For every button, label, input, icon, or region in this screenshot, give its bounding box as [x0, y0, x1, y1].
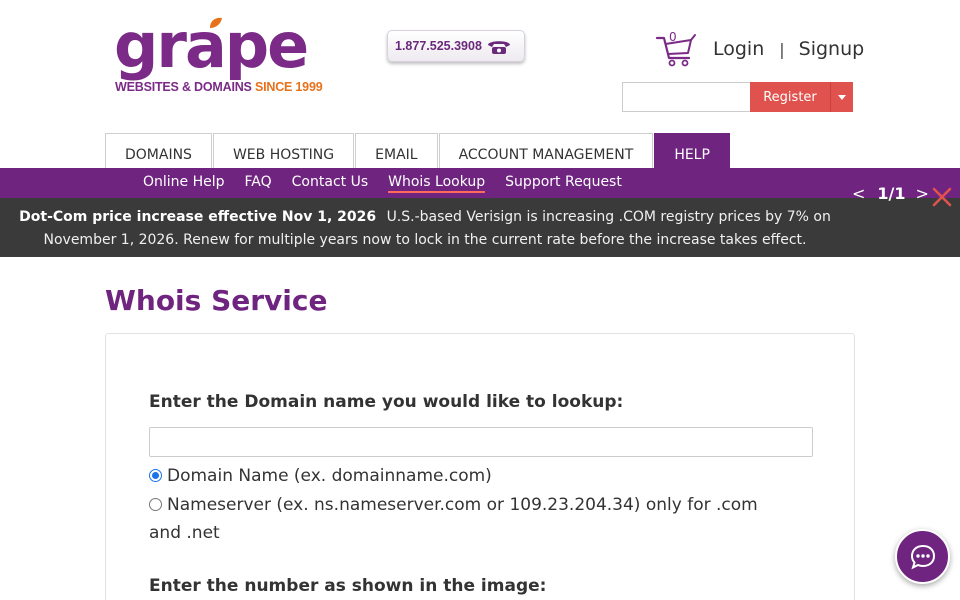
tab-account-management[interactable]: ACCOUNT MANAGEMENT — [438, 133, 654, 168]
caret-down-icon — [838, 94, 846, 100]
announcement-text: Dot-Com price increase effective Nov 1, … — [0, 206, 850, 252]
register-domain-input[interactable] — [622, 82, 750, 112]
subnav-faq[interactable]: FAQ — [245, 174, 272, 193]
option-domain-name[interactable]: Domain Name (ex. domainname.com) — [149, 462, 789, 490]
chat-bubble-icon — [910, 544, 936, 570]
register-button[interactable]: Register — [750, 82, 830, 112]
chat-widget-button[interactable] — [895, 529, 950, 584]
announcement-headline: Dot-Com price increase effective Nov 1, … — [19, 209, 377, 225]
announcement-counter: 1/1 — [877, 184, 906, 203]
tab-email[interactable]: EMAIL — [355, 133, 438, 168]
leaf-icon — [210, 17, 222, 28]
shopping-cart[interactable]: 0 — [655, 30, 697, 68]
main-nav: DOMAINS WEB HOSTING EMAIL ACCOUNT MANAGE… — [105, 133, 731, 168]
cart-count: 0 — [669, 30, 677, 44]
whois-form: Enter the Domain name you would like to … — [105, 333, 855, 600]
phone-badge[interactable]: 1.877.525.3908 — [387, 30, 525, 62]
close-icon[interactable] — [931, 186, 953, 208]
subnav-contact-us[interactable]: Contact Us — [292, 174, 368, 193]
tab-domains[interactable]: DOMAINS — [105, 133, 212, 168]
tagline-text: WEBSITES & DOMAINS — [115, 80, 252, 94]
auth-separator: | — [779, 40, 785, 59]
subnav-online-help[interactable]: Online Help — [143, 174, 225, 193]
register-dropdown-toggle[interactable] — [830, 82, 853, 112]
grape-logo[interactable]: grape WEBSITES & DOMAINS SINCE 1999 — [114, 14, 323, 98]
phone-number: 1.877.525.3908 — [395, 39, 482, 53]
tab-help[interactable]: HELP — [654, 133, 730, 168]
announcement-bar: Dot-Com price increase effective Nov 1, … — [0, 198, 960, 257]
domain-prompt-label: Enter the Domain name you would like to … — [149, 392, 624, 412]
telephone-icon — [488, 41, 510, 54]
subnav-support-request[interactable]: Support Request — [505, 174, 622, 193]
logo-tagline: WEBSITES & DOMAINS SINCE 1999 — [115, 80, 323, 94]
auth-links: Login | Signup — [713, 38, 864, 60]
signup-link[interactable]: Signup — [799, 38, 865, 60]
domain-input[interactable] — [149, 427, 813, 457]
option-nameserver[interactable]: Nameserver (ex. ns.nameserver.com or 109… — [149, 491, 789, 547]
announcement-pager: <1/1 > — [852, 184, 929, 203]
captcha-prompt-label: Enter the number as shown in the image: — [149, 576, 547, 596]
site-header: grape WEBSITES & DOMAINS SINCE 1999 1.87… — [0, 0, 960, 134]
prev-arrow-button[interactable]: < — [852, 184, 865, 203]
tagline-since: SINCE 1999 — [251, 80, 323, 94]
next-arrow-button[interactable]: > — [916, 184, 929, 203]
login-link[interactable]: Login — [713, 38, 764, 60]
radio-domain-name[interactable] — [149, 469, 162, 482]
radio-nameserver[interactable] — [149, 498, 162, 511]
option-domain-name-label: Domain Name (ex. domainname.com) — [167, 466, 492, 486]
sub-nav: Online Help FAQ Contact Us Whois Lookup … — [0, 168, 960, 198]
subnav-whois-lookup[interactable]: Whois Lookup — [388, 174, 486, 193]
option-nameserver-label: Nameserver (ex. ns.nameserver.com or 109… — [149, 495, 758, 543]
page-title: Whois Service — [105, 284, 328, 317]
tab-web-hosting[interactable]: WEB HOSTING — [212, 133, 355, 168]
